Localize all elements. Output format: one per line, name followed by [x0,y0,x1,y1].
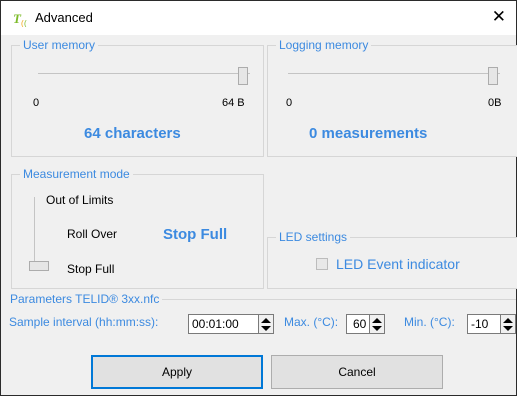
min-temp-value[interactable]: -10 [471,317,488,331]
spinner-arrows[interactable] [369,315,384,333]
spinner-up-icon[interactable] [261,318,271,323]
slider-track [34,197,35,271]
slider-track [38,73,250,74]
user-memory-slider[interactable] [38,67,250,85]
led-settings-legend: LED settings [276,230,351,244]
measurement-mode-group: Measurement mode Out of Limits Roll Over… [11,167,264,289]
mode-option-roll-over[interactable]: Roll Over [67,227,117,241]
spinner-down-icon[interactable] [503,326,513,331]
user-memory-legend: User memory [20,38,99,52]
title-bar: T ( ( Advanced ✕ [1,1,516,35]
spinner-up-icon[interactable] [372,318,382,323]
measurement-mode-slider[interactable] [29,197,49,271]
min-temp-spinner[interactable]: -10 [467,314,516,334]
sample-interval-label: Sample interval (hh:mm:ss): [9,315,159,329]
slider-track [288,73,500,74]
logging-memory-summary: 0 measurements [309,125,428,142]
sample-interval-value[interactable]: 00:01:00 [192,317,239,331]
user-memory-min-label: 0 [33,97,40,109]
window-title: Advanced [35,10,93,25]
parameters-group: Parameters TELID® 3xx.nfc Sample interva… [7,292,516,342]
spinner-arrows[interactable] [500,315,515,333]
logging-memory-slider[interactable] [288,67,500,85]
max-temp-spinner[interactable]: 60 [346,314,385,334]
max-temp-label: Max. (°C): [284,315,339,329]
user-memory-group: User memory 0 64 B 64 characters [11,38,264,157]
slider-thumb[interactable] [238,67,248,85]
logging-memory-legend: Logging memory [276,38,372,52]
spinner-down-icon[interactable] [372,326,382,331]
measurement-mode-legend: Measurement mode [20,167,133,181]
logging-memory-max-label: 0B [488,97,502,109]
logging-memory-group: Logging memory 0 0B 0 measurements [267,38,517,157]
led-event-label: LED Event indicator [336,256,460,272]
sample-interval-spinner[interactable]: 00:01:00 [188,314,274,334]
svg-text:(: ( [24,19,27,27]
spinner-arrows[interactable] [258,315,273,333]
apply-button[interactable]: Apply [91,355,263,389]
cancel-button[interactable]: Cancel [271,355,443,389]
slider-thumb[interactable] [29,261,49,271]
spinner-up-icon[interactable] [503,318,513,323]
user-memory-summary: 64 characters [84,125,181,142]
led-event-checkbox[interactable] [316,258,328,270]
spinner-down-icon[interactable] [261,326,271,331]
close-icon[interactable]: ✕ [492,7,506,27]
logging-memory-min-label: 0 [286,97,293,109]
led-settings-group: LED settings LED Event indicator [267,230,517,289]
telid-logo-icon: T ( ( [13,11,27,27]
parameters-legend: Parameters TELID® 3xx.nfc [7,292,163,306]
min-temp-label: Min. (°C): [404,315,455,329]
max-temp-value[interactable]: 60 [353,317,366,331]
selected-mode-label: Stop Full [163,226,228,243]
user-memory-max-label: 64 B [222,97,245,109]
mode-option-stop-full[interactable]: Stop Full [67,262,114,276]
slider-thumb[interactable] [488,67,498,85]
mode-option-out-of-limits[interactable]: Out of Limits [46,193,113,207]
advanced-dialog: T ( ( Advanced ✕ User memory 0 64 B 64 c… [0,0,517,396]
